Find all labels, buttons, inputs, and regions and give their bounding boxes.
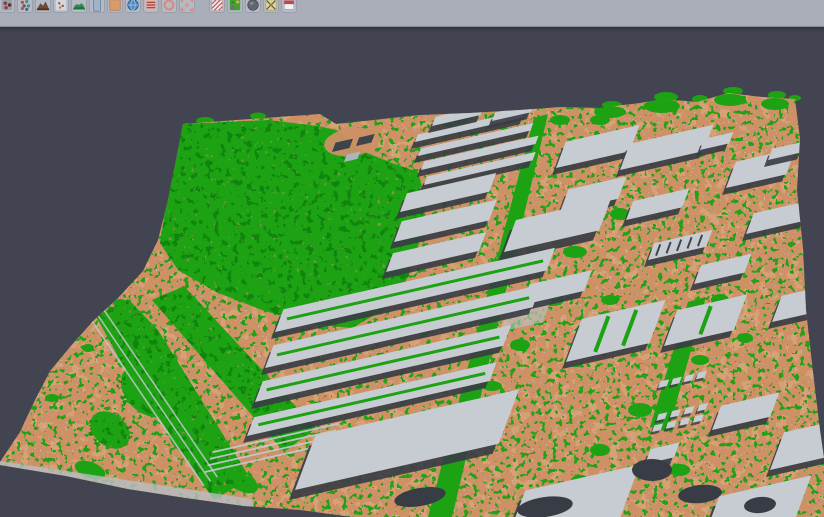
- texture-grid-button[interactable]: [263, 0, 279, 13]
- classification-map-button[interactable]: [227, 0, 243, 13]
- crop-region-button[interactable]: [179, 0, 195, 13]
- vegetation-model-icon: [72, 0, 86, 12]
- classification-map-icon: [228, 0, 242, 12]
- hatch-delete-button[interactable]: [209, 0, 225, 13]
- ring-select-icon: [162, 0, 176, 12]
- main-toolbar: [0, 0, 824, 27]
- classified-points-button[interactable]: [17, 0, 33, 13]
- terrain-model-icon: [36, 0, 50, 12]
- classified-points-icon: [18, 0, 32, 12]
- point-cloud-button[interactable]: [0, 0, 15, 13]
- sparse-points-button[interactable]: [53, 0, 69, 13]
- mesh-panel-button[interactable]: [89, 0, 105, 13]
- orthomosaic-button[interactable]: [107, 0, 123, 13]
- application-window: [0, 0, 824, 517]
- globe-icon: [126, 0, 140, 12]
- snapshot-tag-icon: [282, 0, 296, 12]
- striped-layers-icon: [144, 0, 158, 12]
- ring-select-button[interactable]: [161, 0, 177, 13]
- point-cloud-icon: [0, 0, 14, 12]
- sphere-view-icon: [246, 0, 260, 12]
- sparse-points-icon: [54, 0, 68, 12]
- orthomosaic-icon: [108, 0, 122, 12]
- globe-button[interactable]: [125, 0, 141, 13]
- crop-region-icon: [180, 0, 194, 12]
- vegetation-model-button[interactable]: [71, 0, 87, 13]
- texture-grid-icon: [264, 0, 278, 12]
- scene-render: [0, 27, 824, 517]
- viewport-3d[interactable]: [0, 27, 824, 517]
- viewport-top-shade: [0, 27, 824, 32]
- striped-layers-button[interactable]: [143, 0, 159, 13]
- hatch-delete-icon: [210, 0, 224, 12]
- snapshot-tag-button[interactable]: [281, 0, 297, 13]
- sphere-view-button[interactable]: [245, 0, 261, 13]
- mesh-panel-icon: [90, 0, 104, 12]
- terrain-model-button[interactable]: [35, 0, 51, 13]
